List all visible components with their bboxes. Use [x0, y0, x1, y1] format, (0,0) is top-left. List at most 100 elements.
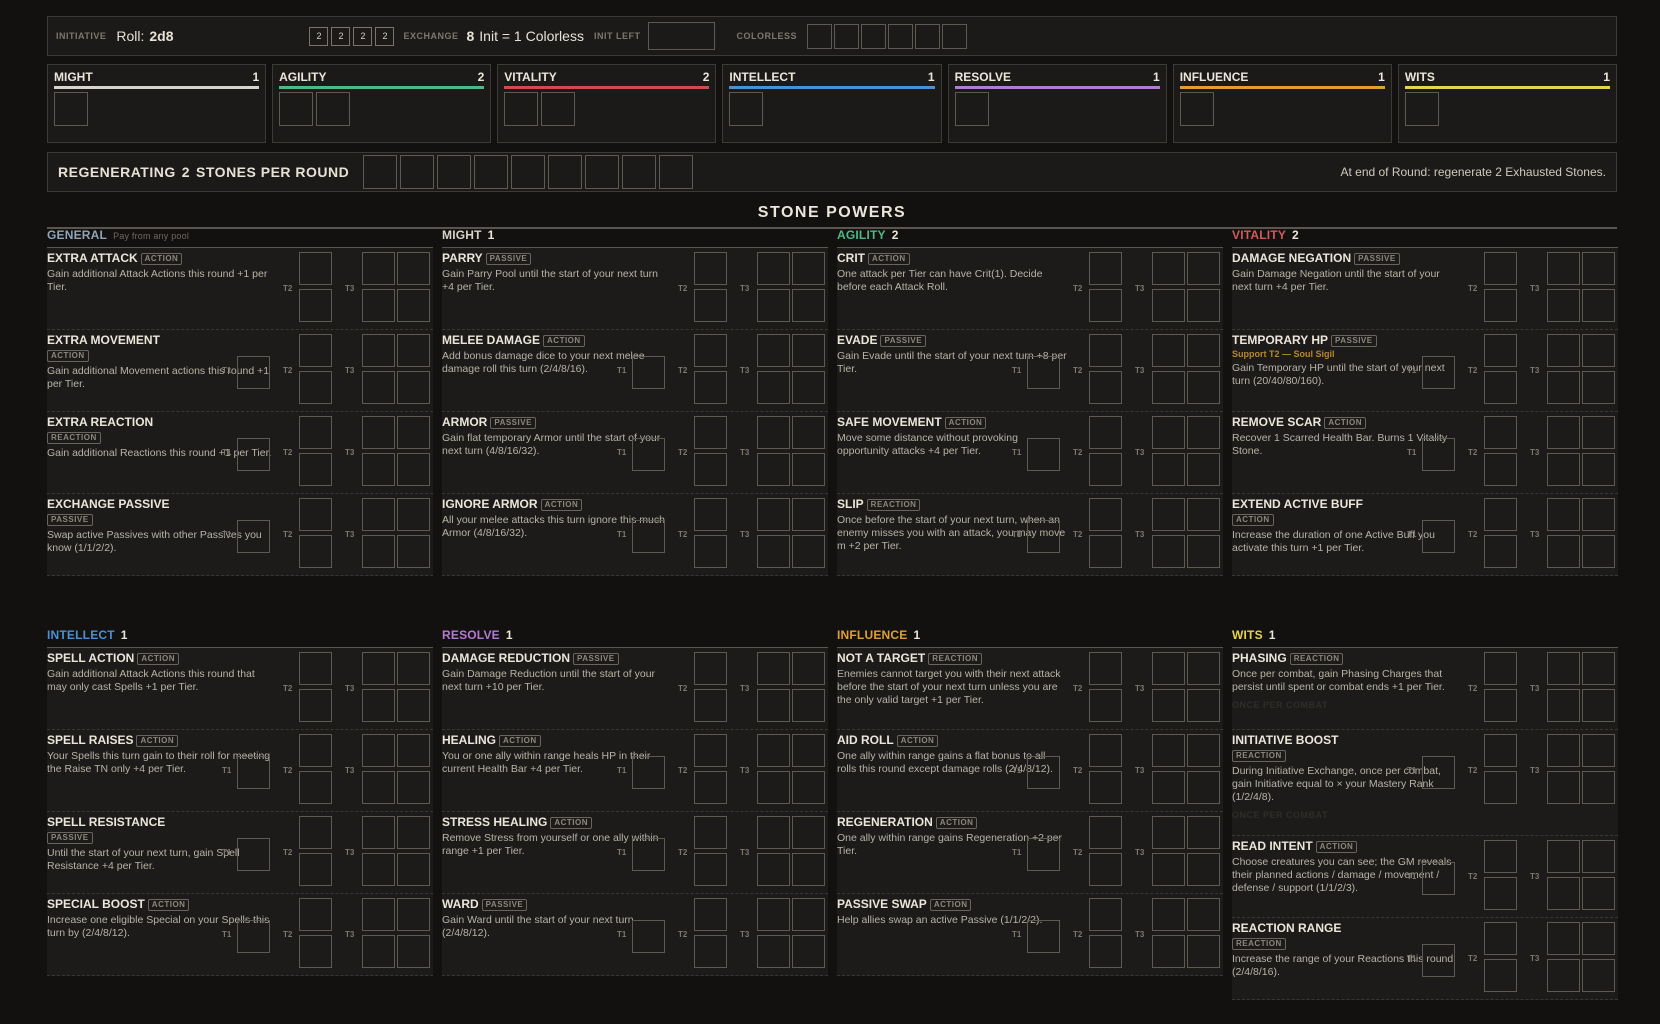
tier-3-stone-slot[interactable] [757, 771, 790, 804]
tier-2-stone-slot[interactable] [1089, 334, 1122, 367]
tier-3-stone-slot[interactable] [1582, 959, 1615, 992]
tier-3-stone-slot[interactable] [1582, 334, 1615, 367]
tier-3-stone-slot[interactable] [1547, 840, 1580, 873]
tier-3-stone-slot[interactable] [362, 689, 395, 722]
tier-3-stone-slot[interactable] [1547, 498, 1580, 531]
tier-3-stone-slot[interactable] [1547, 922, 1580, 955]
tier-2-stone-slot[interactable] [1484, 453, 1517, 486]
tier-3-stone-slot[interactable] [397, 289, 430, 322]
tier-1-stone-slot[interactable] [1422, 944, 1455, 977]
tier-2-stone-slot[interactable] [694, 416, 727, 449]
tier-2-stone-slot[interactable] [694, 853, 727, 886]
tier-3-stone-slot[interactable] [1547, 416, 1580, 449]
attribute-stone-slot[interactable] [504, 92, 539, 126]
tier-2-stone-slot[interactable] [1484, 334, 1517, 367]
tier-1-stone-slot[interactable] [1027, 920, 1060, 953]
tier-3-stone-slot[interactable] [1152, 334, 1185, 367]
tier-3-stone-slot[interactable] [792, 453, 825, 486]
tier-3-stone-slot[interactable] [1152, 289, 1185, 322]
tier-3-stone-slot[interactable] [362, 771, 395, 804]
tier-1-stone-slot[interactable] [1422, 862, 1455, 895]
tier-3-stone-slot[interactable] [792, 853, 825, 886]
tier-2-stone-slot[interactable] [299, 689, 332, 722]
tier-3-stone-slot[interactable] [1152, 371, 1185, 404]
tier-3-stone-slot[interactable] [1187, 734, 1220, 767]
tier-3-stone-slot[interactable] [1547, 252, 1580, 285]
tier-2-stone-slot[interactable] [299, 498, 332, 531]
tier-3-stone-slot[interactable] [792, 334, 825, 367]
tier-3-stone-slot[interactable] [1582, 498, 1615, 531]
tier-2-stone-slot[interactable] [694, 371, 727, 404]
tier-2-stone-slot[interactable] [1484, 652, 1517, 685]
tier-2-stone-slot[interactable] [1484, 877, 1517, 910]
tier-3-stone-slot[interactable] [757, 689, 790, 722]
tier-3-stone-slot[interactable] [1152, 816, 1185, 849]
tier-3-stone-slot[interactable] [1582, 252, 1615, 285]
tier-2-stone-slot[interactable] [1484, 416, 1517, 449]
tier-2-stone-slot[interactable] [694, 453, 727, 486]
tier-2-stone-slot[interactable] [299, 416, 332, 449]
tier-3-stone-slot[interactable] [1187, 416, 1220, 449]
tier-3-stone-slot[interactable] [792, 416, 825, 449]
tier-1-stone-slot[interactable] [632, 920, 665, 953]
tier-3-stone-slot[interactable] [792, 771, 825, 804]
tier-2-stone-slot[interactable] [694, 535, 727, 568]
tier-3-stone-slot[interactable] [792, 816, 825, 849]
tier-3-stone-slot[interactable] [1582, 689, 1615, 722]
tier-3-stone-slot[interactable] [1582, 652, 1615, 685]
tier-3-stone-slot[interactable] [792, 935, 825, 968]
tier-3-stone-slot[interactable] [1187, 853, 1220, 886]
regen-stone-slot[interactable] [474, 155, 509, 189]
tier-2-stone-slot[interactable] [694, 652, 727, 685]
tier-3-stone-slot[interactable] [792, 252, 825, 285]
tier-2-stone-slot[interactable] [1484, 734, 1517, 767]
tier-3-stone-slot[interactable] [1152, 898, 1185, 931]
tier-3-stone-slot[interactable] [1152, 853, 1185, 886]
colorless-stone-slot[interactable] [806, 23, 832, 49]
tier-3-stone-slot[interactable] [757, 898, 790, 931]
tier-3-stone-slot[interactable] [1187, 816, 1220, 849]
tier-3-stone-slot[interactable] [1187, 771, 1220, 804]
regen-stone-slot[interactable] [659, 155, 694, 189]
tier-3-stone-slot[interactable] [757, 416, 790, 449]
tier-2-stone-slot[interactable] [1089, 734, 1122, 767]
tier-3-stone-slot[interactable] [397, 853, 430, 886]
tier-3-stone-slot[interactable] [757, 498, 790, 531]
tier-2-stone-slot[interactable] [694, 898, 727, 931]
tier-2-stone-slot[interactable] [1089, 371, 1122, 404]
tier-3-stone-slot[interactable] [1152, 689, 1185, 722]
tier-3-stone-slot[interactable] [757, 816, 790, 849]
tier-1-stone-slot[interactable] [1027, 756, 1060, 789]
tier-3-stone-slot[interactable] [792, 689, 825, 722]
tier-3-stone-slot[interactable] [1547, 689, 1580, 722]
tier-3-stone-slot[interactable] [362, 334, 395, 367]
tier-2-stone-slot[interactable] [694, 252, 727, 285]
tier-3-stone-slot[interactable] [1152, 453, 1185, 486]
tier-3-stone-slot[interactable] [397, 252, 430, 285]
tier-3-stone-slot[interactable] [397, 416, 430, 449]
tier-3-stone-slot[interactable] [1187, 498, 1220, 531]
tier-3-stone-slot[interactable] [1187, 252, 1220, 285]
regen-stone-slot[interactable] [622, 155, 657, 189]
tier-3-stone-slot[interactable] [1187, 371, 1220, 404]
tier-3-stone-slot[interactable] [792, 498, 825, 531]
tier-3-stone-slot[interactable] [1187, 935, 1220, 968]
tier-3-stone-slot[interactable] [1582, 734, 1615, 767]
tier-2-stone-slot[interactable] [1484, 959, 1517, 992]
tier-2-stone-slot[interactable] [1484, 535, 1517, 568]
tier-3-stone-slot[interactable] [757, 935, 790, 968]
tier-3-stone-slot[interactable] [1547, 771, 1580, 804]
tier-3-stone-slot[interactable] [757, 853, 790, 886]
tier-3-stone-slot[interactable] [757, 252, 790, 285]
tier-3-stone-slot[interactable] [1187, 652, 1220, 685]
tier-3-stone-slot[interactable] [1152, 771, 1185, 804]
tier-1-stone-slot[interactable] [632, 520, 665, 553]
tier-3-stone-slot[interactable] [1582, 840, 1615, 873]
tier-1-stone-slot[interactable] [237, 438, 270, 471]
tier-2-stone-slot[interactable] [694, 935, 727, 968]
attribute-stone-slot[interactable] [316, 92, 351, 126]
tier-3-stone-slot[interactable] [362, 416, 395, 449]
tier-3-stone-slot[interactable] [1187, 453, 1220, 486]
tier-2-stone-slot[interactable] [299, 652, 332, 685]
tier-3-stone-slot[interactable] [362, 652, 395, 685]
